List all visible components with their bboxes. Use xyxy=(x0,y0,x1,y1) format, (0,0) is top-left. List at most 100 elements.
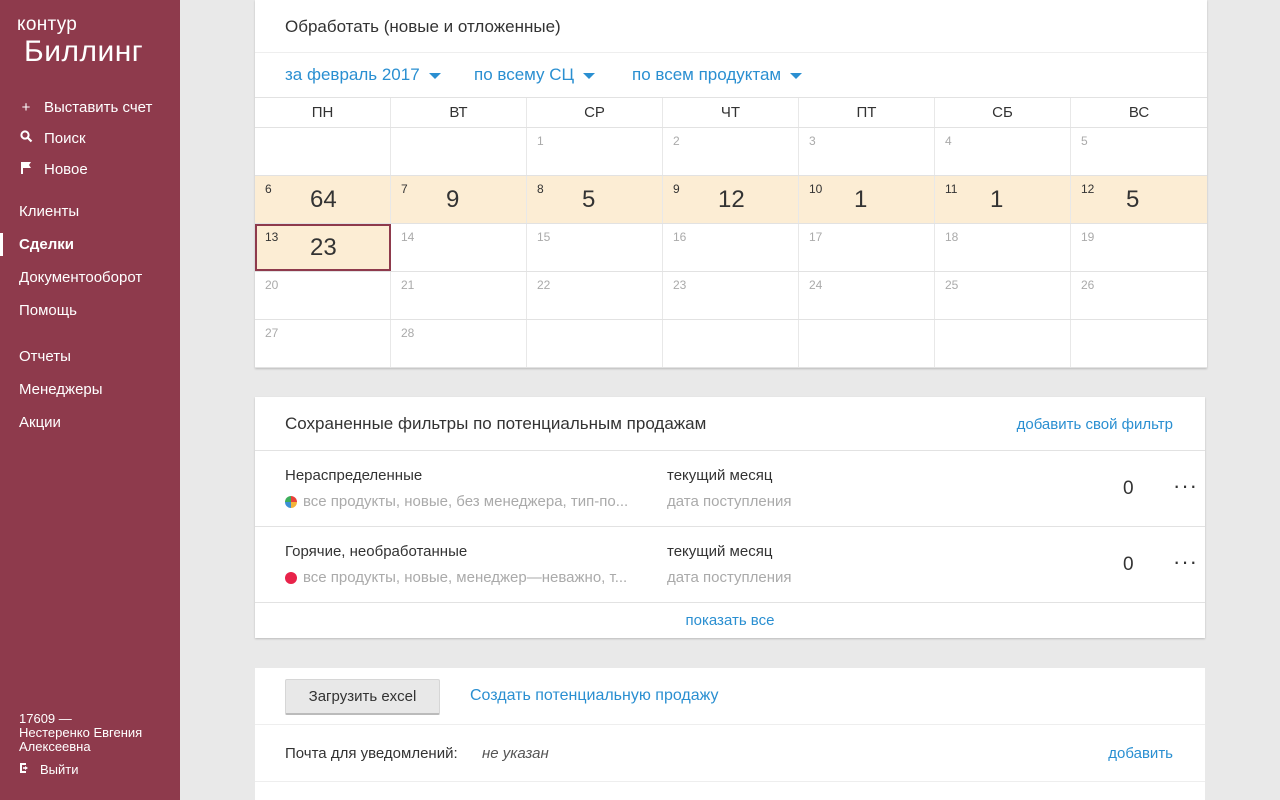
day-number: 6 xyxy=(265,182,272,196)
calendar-day-cell: 23 xyxy=(663,272,799,319)
month-filter-label: за февраль 2017 xyxy=(285,65,420,84)
calendar-day-cell[interactable]: 6 64 xyxy=(255,176,391,223)
filter-period: текущий месяц xyxy=(667,467,773,484)
saved-filter-row[interactable]: Нераспределенные все продукты, новые, бе… xyxy=(255,450,1205,526)
calendar-week-row: 27 28 xyxy=(255,320,1207,368)
search-button[interactable]: Поиск xyxy=(19,123,152,154)
day-number: 20 xyxy=(265,278,279,292)
calendar-week-row: 13 23 14 15 16 17 18 19 xyxy=(255,224,1207,272)
upload-excel-button[interactable]: Загрузить excel xyxy=(285,679,440,715)
calendar-day-cell[interactable]: 10 1 xyxy=(799,176,935,223)
calendar-day-cell[interactable]: 85 xyxy=(527,176,663,223)
filter-description-text: все продукты, новые, менеджер—неважно, т… xyxy=(303,569,628,586)
calendar-day-cell: 14 xyxy=(391,224,527,271)
filter-period: текущий месяц xyxy=(667,543,773,560)
saved-filters-panel: Сохраненные фильтры по потенциальным про… xyxy=(255,397,1205,638)
create-invoice-button[interactable]: + Выставить счет xyxy=(19,92,153,123)
day-number: 11 xyxy=(945,182,958,196)
saved-filter-row[interactable]: Горячие, необработанные все продукты, но… xyxy=(255,526,1205,602)
calendar-day-cell: 4 xyxy=(935,128,1071,175)
day-number: 22 xyxy=(537,278,551,292)
filter-description: все продукты, новые, без менеджера, тип-… xyxy=(285,493,655,510)
calendar-day-cell[interactable]: 11 1 xyxy=(935,176,1071,223)
weekday-fri: ПТ xyxy=(799,98,935,127)
product-filter-dropdown[interactable]: по всем продуктам xyxy=(632,65,803,85)
sidebar-item-promotions[interactable]: Акции xyxy=(0,406,180,439)
calendar-week-row: 20 21 22 23 24 25 26 xyxy=(255,272,1207,320)
day-number: 14 xyxy=(401,230,415,244)
day-number: 12 xyxy=(1081,182,1095,196)
calendar-day-cell: 18 xyxy=(935,224,1071,271)
weekday-mon: ПН xyxy=(255,98,391,127)
notification-email-label: Почта для уведомлений: xyxy=(285,745,458,762)
user-id: 17609 — xyxy=(19,711,72,726)
day-number: 23 xyxy=(673,278,687,292)
filter-date-label: дата поступления xyxy=(667,569,792,586)
new-items-label: Новое xyxy=(44,161,88,178)
show-all-link[interactable]: показать все xyxy=(255,602,1205,638)
day-number: 18 xyxy=(945,230,959,244)
product-filter-label: по всем продуктам xyxy=(632,65,782,84)
sidebar-item-help[interactable]: Помощь xyxy=(0,294,180,327)
calendar-day-cell: 27 xyxy=(255,320,391,367)
filter-description-text: все продукты, новые, без менеджера, тип-… xyxy=(303,493,629,510)
more-options-icon[interactable]: ··· xyxy=(1173,549,1198,575)
calendar-day-cell: 25 xyxy=(935,272,1071,319)
calendar-day-cell: 24 xyxy=(799,272,935,319)
day-number: 16 xyxy=(673,230,687,244)
more-options-icon[interactable]: ··· xyxy=(1173,473,1198,499)
add-filter-link[interactable]: добавить свой фильтр xyxy=(1017,416,1173,433)
day-number: 10 xyxy=(809,182,823,196)
nav-divider xyxy=(0,327,180,340)
sidebar-item-reports[interactable]: Отчеты xyxy=(0,340,180,373)
weekday-thu: ЧТ xyxy=(663,98,799,127)
calendar-day-cell[interactable]: 79 xyxy=(391,176,527,223)
add-email-link[interactable]: добавить xyxy=(1108,745,1173,762)
calendar-empty-cell xyxy=(799,320,935,367)
chevron-down-icon xyxy=(583,73,596,79)
day-number: 4 xyxy=(945,134,952,148)
day-number: 3 xyxy=(809,134,816,148)
new-items-button[interactable]: Новое xyxy=(19,154,152,185)
calendar-day-cell: 21 xyxy=(391,272,527,319)
day-number: 9 xyxy=(673,182,680,196)
calendar-day-cell: 16 xyxy=(663,224,799,271)
chevron-down-icon xyxy=(790,73,803,79)
weekday-sat: СБ xyxy=(935,98,1071,127)
calendar-day-cell[interactable]: 12 5 xyxy=(1071,176,1207,223)
calendar-day-cell: 2 xyxy=(663,128,799,175)
logo[interactable]: контур Биллинг xyxy=(17,14,143,68)
service-center-filter-dropdown[interactable]: по всему СЦ xyxy=(474,65,596,85)
day-number: 19 xyxy=(1081,230,1095,244)
day-number: 17 xyxy=(809,230,823,244)
calendar-week-row: 1 2 3 4 5 xyxy=(255,128,1207,176)
day-number: 13 xyxy=(265,230,279,244)
notification-email-row: Почта для уведомлений: не указан добавит… xyxy=(255,724,1205,782)
create-potential-sale-link[interactable]: Создать потенциальную продажу xyxy=(470,687,719,705)
service-center-filter-label: по всему СЦ xyxy=(474,65,575,84)
sidebar-actions: + Выставить счет Поиск Новое xyxy=(19,92,152,185)
logout-button[interactable]: Выйти xyxy=(19,762,79,777)
sidebar-item-documents[interactable]: Документооборот xyxy=(0,261,180,294)
weekday-tue: ВТ xyxy=(391,98,527,127)
sidebar-item-clients[interactable]: Клиенты xyxy=(0,195,180,228)
calendar-day-cell[interactable]: 13 23 xyxy=(255,224,391,271)
day-deal-count: 5 xyxy=(1126,186,1140,213)
logo-bottom-text: Биллинг xyxy=(24,35,144,68)
day-number: 15 xyxy=(537,230,551,244)
chevron-down-icon xyxy=(428,73,441,79)
logo-top-text: контур xyxy=(17,14,78,35)
sidebar-item-deals[interactable]: Сделки xyxy=(0,228,180,261)
day-number: 27 xyxy=(265,326,279,340)
notification-email-value: не указан xyxy=(482,745,549,762)
calendar-empty-cell xyxy=(1071,320,1207,367)
sidebar-item-managers[interactable]: Менеджеры xyxy=(0,373,180,406)
month-filter-dropdown[interactable]: за февраль 2017 xyxy=(285,65,441,85)
create-invoice-label: Выставить счет xyxy=(44,99,153,116)
day-number: 21 xyxy=(401,278,415,292)
day-number: 25 xyxy=(945,278,959,292)
calendar-weekdays: ПН ВТ СР ЧТ ПТ СБ ВС xyxy=(255,98,1207,128)
saved-filters-title: Сохраненные фильтры по потенциальным про… xyxy=(285,414,707,433)
day-number: 8 xyxy=(537,182,544,196)
calendar-day-cell[interactable]: 9 12 xyxy=(663,176,799,223)
